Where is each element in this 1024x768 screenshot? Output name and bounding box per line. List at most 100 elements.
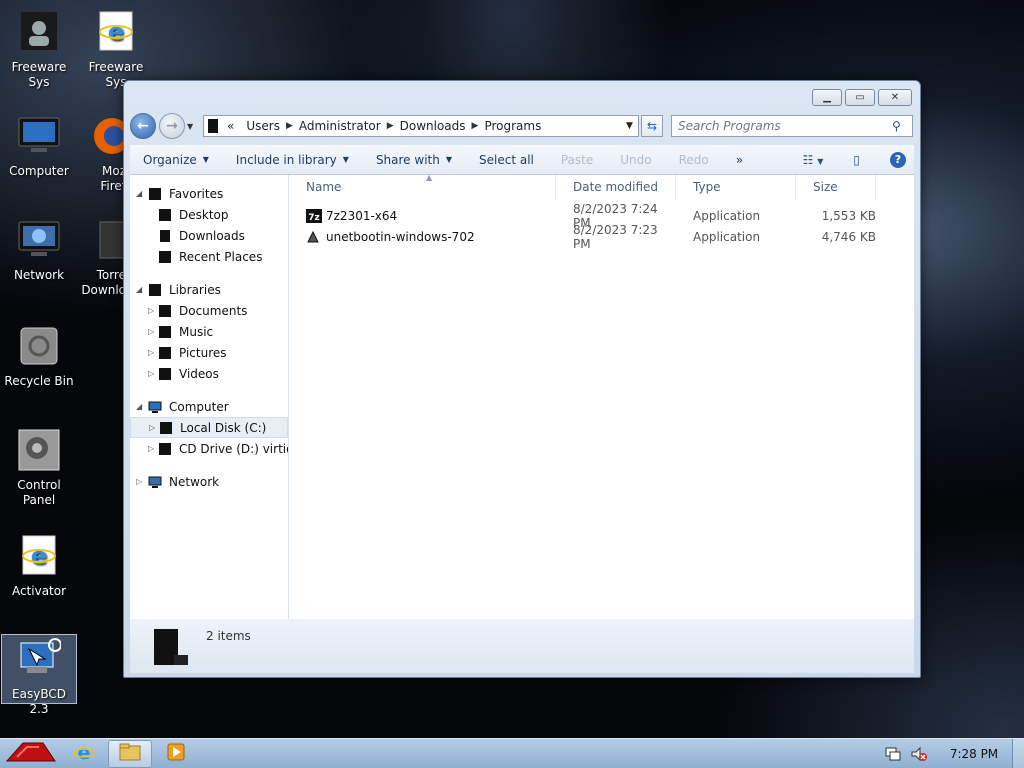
nav-videos[interactable]: ▷ Videos (130, 363, 288, 384)
start-orb-icon (3, 739, 57, 768)
column-headers: Name ▲ Date modified Type Size (289, 172, 914, 199)
close-button[interactable]: ✕ (878, 89, 912, 106)
close-icon: ✕ (890, 92, 900, 103)
folder-icon (119, 743, 141, 764)
nav-documents[interactable]: ▷ Documents (130, 300, 288, 321)
details-pane: 2 items (130, 619, 914, 673)
forward-button[interactable]: → (159, 113, 185, 139)
nav-computer[interactable]: ◢ Computer (130, 396, 288, 417)
file-name: 7z2301-x64 (326, 208, 398, 223)
more-commands-button[interactable]: » (723, 153, 757, 167)
expand-icon[interactable]: ▷ (149, 423, 155, 432)
collapse-icon[interactable]: ◢ (136, 189, 142, 198)
share-with-button[interactable]: Share with ▼ (363, 153, 466, 167)
cd-drive-icon (158, 442, 172, 456)
start-button[interactable] (0, 739, 60, 768)
navigation-pane: ◢ Favorites Desktop Downloads Recent Pla… (130, 175, 289, 619)
maximize-button[interactable]: ▭ (845, 89, 875, 106)
chevron-down-icon: ▼ (445, 155, 452, 164)
desktop-icon-easybcd[interactable]: EasyBCD 2.3 (1, 634, 77, 716)
refresh-button[interactable]: ⇆ (641, 115, 663, 137)
internet-explorer-icon: e (17, 534, 61, 578)
breadcrumb-administrator[interactable]: Administrator (293, 119, 387, 133)
firefox-icon (80, 114, 126, 158)
desktop-icon-computer[interactable]: Computer (1, 114, 77, 179)
expand-icon[interactable]: ▷ (148, 444, 154, 453)
search-icon[interactable]: ⚲ (892, 119, 912, 133)
breadcrumb-separator-icon[interactable]: ▶ (387, 121, 394, 131)
system-tray: 7:28 PM (884, 738, 1024, 768)
taskbar-internet-explorer[interactable]: e (64, 740, 104, 768)
clock[interactable]: 7:28 PM (936, 747, 1012, 761)
expand-icon[interactable]: ▷ (148, 306, 154, 315)
svg-text:e: e (78, 742, 91, 763)
desktop-icon-firefox[interactable]: Moz Firef (78, 114, 126, 194)
taskbar-windows-explorer[interactable] (108, 739, 152, 768)
desktop-icon-freeware-sys-2[interactable]: e Freeware Sys (78, 10, 154, 90)
redo-button[interactable]: Redo (666, 153, 723, 167)
desktop-icon-freeware-sys-1[interactable]: Freeware Sys (1, 10, 77, 90)
column-header-type[interactable]: Type (676, 174, 796, 199)
expand-icon[interactable]: ▷ (136, 477, 142, 486)
nav-cd-drive-d[interactable]: ▷ CD Drive (D:) virtio-v (130, 438, 288, 459)
desktop-icon-network[interactable]: Network (1, 218, 77, 283)
nav-pictures[interactable]: ▷ Pictures (130, 342, 288, 363)
include-in-library-button[interactable]: Include in library ▼ (223, 153, 363, 167)
breadcrumb-separator-icon[interactable]: ▶ (472, 121, 479, 131)
file-row[interactable]: unetbootin-windows-702 8/2/2023 7:23 PM … (289, 223, 914, 251)
downloads-icon (158, 229, 172, 243)
nav-recent-places[interactable]: Recent Places (130, 246, 288, 267)
nav-downloads[interactable]: Downloads (130, 225, 288, 246)
search-box[interactable]: ⚲ (671, 115, 913, 137)
desktop-icon-control-panel[interactable]: Control Panel (1, 428, 77, 508)
network-tray-icon[interactable] (884, 745, 902, 763)
organize-button[interactable]: Organize ▼ (130, 153, 223, 167)
undo-button[interactable]: Undo (607, 153, 665, 167)
nav-favorites[interactable]: ◢ Favorites (130, 183, 288, 204)
star-icon (148, 187, 162, 201)
address-dropdown-icon[interactable]: ▼ (620, 121, 638, 131)
breadcrumb-users[interactable]: Users (240, 119, 286, 133)
select-all-button[interactable]: Select all (466, 153, 548, 167)
explorer-window[interactable]: ▁ ▭ ✕ ← → ▼ « Users ▶ Administrator ▶ Do… (123, 80, 921, 678)
nav-local-disk-c[interactable]: ▷ Local Disk (C:) (130, 417, 288, 438)
nav-desktop[interactable]: Desktop (130, 204, 288, 225)
column-header-size[interactable]: Size (796, 174, 876, 199)
desktop-icon-recycle-bin[interactable]: Recycle Bin (1, 324, 77, 389)
expand-icon[interactable]: ▷ (148, 327, 154, 336)
expand-icon[interactable]: ▷ (148, 348, 154, 357)
column-header-date[interactable]: Date modified (556, 174, 676, 199)
recent-pages-dropdown[interactable]: ▼ (187, 122, 199, 131)
forward-arrow-icon: → (166, 118, 178, 134)
address-overflow[interactable]: « (221, 119, 240, 133)
pictures-icon (158, 346, 172, 360)
search-input[interactable] (678, 119, 892, 133)
minimize-button[interactable]: ▁ (812, 89, 842, 106)
help-icon[interactable]: ? (890, 151, 906, 168)
nav-libraries[interactable]: ◢ Libraries (130, 279, 288, 300)
collapse-icon[interactable]: ◢ (136, 285, 142, 294)
breadcrumb-separator-icon[interactable]: ▶ (286, 121, 293, 131)
taskbar-media-player[interactable] (156, 740, 196, 768)
view-options-icon[interactable]: ☷ ▼ (803, 153, 824, 167)
column-header-name[interactable]: Name ▲ (289, 172, 556, 199)
refresh-icon: ⇆ (646, 119, 658, 133)
collapse-icon[interactable]: ◢ (136, 402, 142, 411)
internet-explorer-icon: e (94, 10, 138, 54)
breadcrumb-downloads[interactable]: Downloads (394, 119, 472, 133)
preview-pane-icon[interactable]: ▯ (853, 153, 860, 167)
sort-up-icon: ▲ (426, 172, 433, 182)
volume-muted-icon[interactable] (910, 745, 928, 763)
7zip-icon: 7z (306, 208, 322, 223)
folder-icon (207, 118, 221, 134)
desktop-icon-activator[interactable]: e Activator (1, 534, 77, 599)
expand-icon[interactable]: ▷ (148, 369, 154, 378)
back-button[interactable]: ← (130, 113, 156, 139)
address-bar[interactable]: « Users ▶ Administrator ▶ Downloads ▶ Pr… (203, 115, 639, 137)
nav-music[interactable]: ▷ Music (130, 321, 288, 342)
paste-button[interactable]: Paste (548, 153, 607, 167)
nav-network[interactable]: ▷ Network (130, 471, 288, 492)
desktop-icon-torrent[interactable]: Torre Downlo (78, 218, 126, 298)
breadcrumb-programs[interactable]: Programs (478, 119, 547, 133)
show-desktop-button[interactable] (1012, 738, 1024, 768)
